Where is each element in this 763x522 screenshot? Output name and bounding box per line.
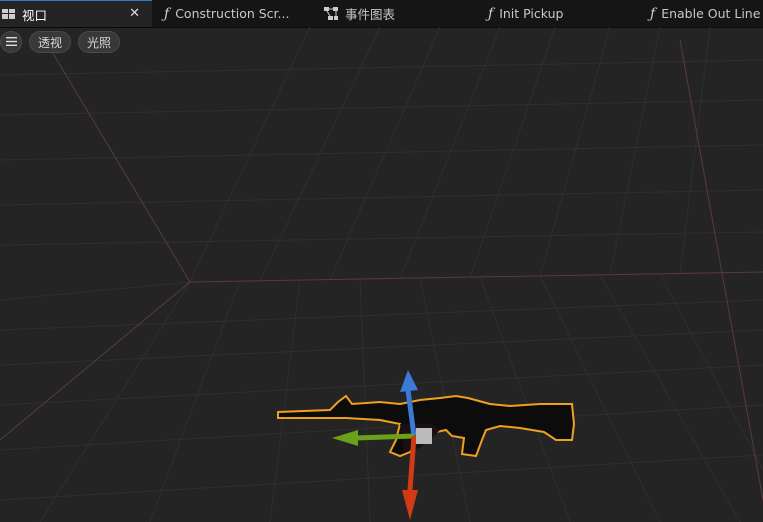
perspective-button[interactable]: 透视 [29,31,71,53]
grid [0,26,763,522]
gizmo-center-icon [416,428,432,444]
y-axis-arrow-icon [332,430,358,446]
world-axes [0,39,763,501]
x-axis-arrow-icon [402,490,418,520]
viewport-canvas[interactable] [0,0,763,522]
rifle-mesh[interactable] [277,394,576,458]
z-axis-arrow-icon [400,370,418,392]
lighting-button[interactable]: 光照 [78,31,120,53]
hamburger-icon [5,35,17,49]
viewport-toolbar: 透视 光照 [0,31,120,55]
viewport-menu-button[interactable] [0,31,22,53]
